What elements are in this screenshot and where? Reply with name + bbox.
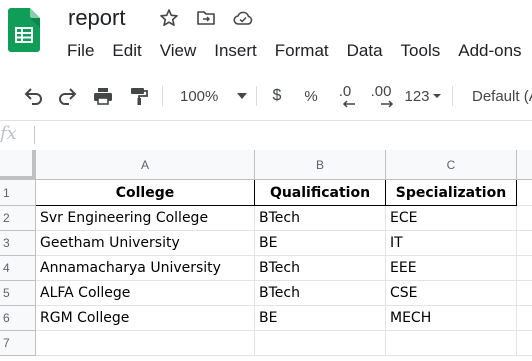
menu-data[interactable]: Data [338, 38, 392, 64]
row-header-6[interactable]: 6 [0, 306, 36, 331]
cell-d2[interactable] [517, 206, 532, 231]
cell-a7[interactable] [36, 331, 255, 356]
cell-b5[interactable]: BTech [255, 281, 386, 306]
cell-c6[interactable]: MECH [386, 306, 517, 331]
font-family-select[interactable]: Default (Ari [462, 80, 532, 112]
column-header-d[interactable] [517, 150, 532, 180]
spreadsheet-grid: A B C 1 College Qualification Specializatio… [0, 150, 532, 361]
cell-c2[interactable]: ECE [386, 206, 517, 231]
cell-b7[interactable] [255, 331, 386, 356]
row-header-3[interactable]: 3 [0, 231, 36, 256]
paint-format-button[interactable] [126, 80, 152, 112]
menu-add-ons[interactable]: Add-ons [449, 38, 530, 64]
row-header-1[interactable]: 1 [0, 180, 36, 206]
arrow-left-icon [342, 100, 355, 108]
fx-icon: fx [0, 123, 17, 144]
cell-b2[interactable]: BTech [255, 206, 386, 231]
menu-insert[interactable]: Insert [205, 38, 266, 64]
zoom-select[interactable]: 100% [172, 80, 250, 112]
increase-decimal-button[interactable]: .00 [366, 80, 396, 112]
select-all-corner[interactable] [0, 150, 36, 180]
document-title[interactable]: report [68, 4, 125, 32]
cell-d4[interactable] [517, 256, 532, 281]
formula-input[interactable] [34, 126, 35, 144]
menu-view[interactable]: View [151, 38, 206, 64]
formula-bar: fx [0, 120, 532, 149]
move-folder-icon[interactable] [196, 8, 216, 28]
toolbar-divider [452, 86, 453, 106]
cell-b4[interactable]: BTech [255, 256, 386, 281]
menu-format[interactable]: Format [266, 38, 338, 64]
cell-c7[interactable] [386, 331, 517, 356]
cell-d6[interactable] [517, 306, 532, 331]
cell-d1[interactable] [517, 180, 532, 206]
redo-icon [59, 88, 77, 105]
toolbar-divider [256, 86, 257, 106]
cell-b1[interactable]: Qualification [255, 180, 386, 206]
sheets-logo-icon[interactable] [8, 8, 40, 52]
percent-format-button[interactable]: % [300, 80, 322, 112]
cloud-saved-icon[interactable] [233, 8, 253, 28]
print-button[interactable] [90, 80, 116, 112]
row-header-5[interactable]: 5 [0, 281, 36, 306]
font-family-value: Default (Ari [472, 87, 532, 105]
toolbar: 100% $ % .0 .00 123 Default (Ari [0, 80, 532, 112]
paint-format-icon [131, 88, 148, 105]
row-header-7[interactable]: 7 [0, 331, 36, 356]
cell-a5[interactable]: ALFA College [36, 281, 255, 306]
cell-d5[interactable] [517, 281, 532, 306]
cell-c5[interactable]: CSE [386, 281, 517, 306]
menu-bar: File Edit View Insert Format Data Tools … [58, 38, 531, 64]
cell-d7[interactable] [517, 331, 532, 356]
menu-edit[interactable]: Edit [103, 38, 150, 64]
menu-tools[interactable]: Tools [392, 38, 450, 64]
more-formats-label: 123 [404, 87, 430, 105]
arrow-right-icon [381, 100, 394, 108]
cell-d3[interactable] [517, 231, 532, 256]
increase-decimal-label: .00 [370, 83, 392, 100]
cell-a4[interactable]: Annamacharya University [36, 256, 255, 281]
cell-a3[interactable]: Geetham University [36, 231, 255, 256]
undo-icon [24, 88, 42, 105]
decrease-decimal-label: .0 [338, 83, 352, 100]
cell-a6[interactable]: RGM College [36, 306, 255, 331]
row-header-4[interactable]: 4 [0, 256, 36, 281]
redo-button[interactable] [55, 80, 81, 112]
zoom-value: 100% [180, 87, 219, 105]
menu-file[interactable]: File [58, 38, 103, 64]
column-header-b[interactable]: B [255, 150, 386, 180]
cell-c1[interactable]: Specialization [386, 180, 517, 206]
cell-a2[interactable]: Svr Engineering College [36, 206, 255, 231]
row-header-2[interactable]: 2 [0, 206, 36, 231]
cell-b6[interactable]: BE [255, 306, 386, 331]
cell-a1[interactable]: College [36, 180, 255, 206]
chevron-down-icon [432, 94, 441, 98]
print-icon [94, 88, 112, 105]
undo-button[interactable] [20, 80, 46, 112]
cell-c4[interactable]: EEE [386, 256, 517, 281]
decrease-decimal-button[interactable]: .0 [332, 80, 358, 112]
star-icon[interactable] [159, 8, 179, 28]
more-formats-button[interactable]: 123 [402, 80, 444, 112]
column-header-c[interactable]: C [386, 150, 517, 180]
column-header-a[interactable]: A [36, 150, 255, 180]
cell-b3[interactable]: BE [255, 231, 386, 256]
currency-format-button[interactable]: $ [266, 80, 288, 112]
toolbar-divider [162, 86, 163, 106]
cell-c3[interactable]: IT [386, 231, 517, 256]
chevron-down-icon [237, 93, 248, 99]
